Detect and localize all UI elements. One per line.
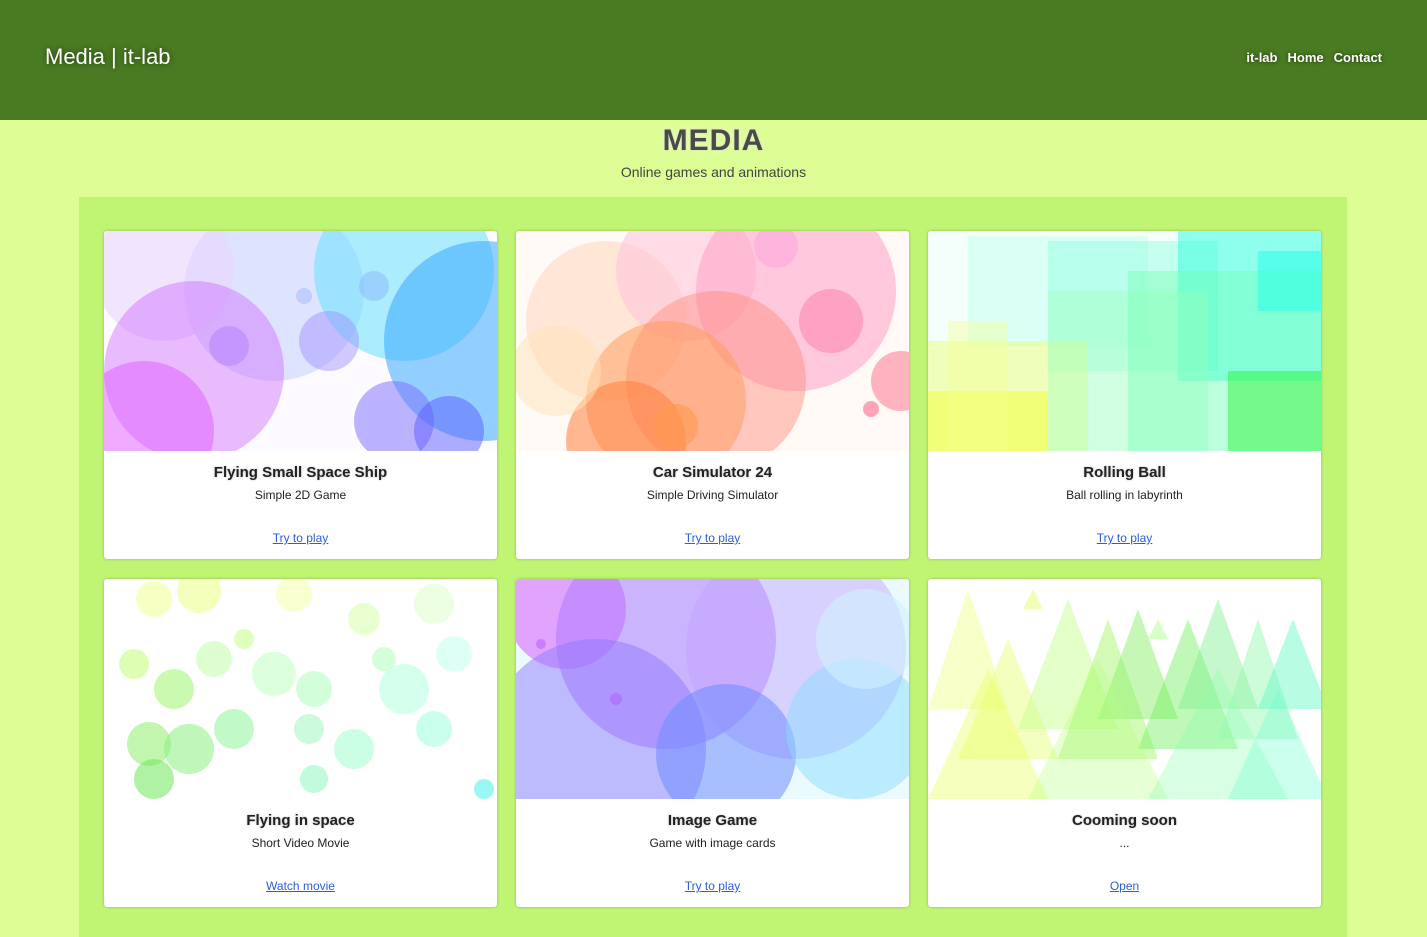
card-title: Flying Small Space Ship	[213, 464, 388, 481]
nav-item-it-lab[interactable]: it-lab	[1246, 50, 1277, 65]
nav-item-home[interactable]: Home	[1287, 50, 1323, 65]
card-thumbnail-image[interactable]	[104, 231, 497, 451]
card-description: Simple Driving Simulator	[646, 488, 779, 502]
try-to-play-link[interactable]: Try to play	[516, 531, 909, 545]
media-card: Flying in space Short Video Movie Watch …	[104, 579, 497, 907]
try-to-play-link[interactable]: Try to play	[928, 531, 1321, 545]
card-thumbnail-image[interactable]	[928, 579, 1321, 799]
top-nav: it-lab Home Contact	[1246, 50, 1382, 65]
card-thumbnail-image[interactable]	[516, 231, 909, 451]
media-card: Car Simulator 24 Simple Driving Simulato…	[516, 231, 909, 559]
page-heading: MEDIA Online games and animations	[0, 124, 1427, 180]
card-description: Ball rolling in labyrinth	[1066, 488, 1183, 502]
top-header: Media | it-lab it-lab Home Contact	[0, 0, 1427, 120]
card-thumbnail-image[interactable]	[516, 579, 909, 799]
card-thumbnail-image[interactable]	[928, 231, 1321, 451]
card-description: Game with image cards	[649, 836, 776, 850]
media-card: Flying Small Space Ship Simple 2D Game T…	[104, 231, 497, 559]
page-title: MEDIA	[662, 124, 765, 157]
site-brand[interactable]: Media | it-lab	[45, 44, 171, 70]
card-description: Simple 2D Game	[254, 488, 347, 502]
media-card: Cooming soon ... Open	[928, 579, 1321, 907]
open-link[interactable]: Open	[928, 879, 1321, 893]
card-title: Rolling Ball	[1083, 464, 1166, 481]
card-title: Flying in space	[246, 812, 355, 829]
card-title: Cooming soon	[1072, 812, 1177, 829]
try-to-play-link[interactable]: Try to play	[516, 879, 909, 893]
media-card: Rolling Ball Ball rolling in labyrinth T…	[928, 231, 1321, 559]
card-thumbnail-image[interactable]	[104, 579, 497, 799]
page-subtitle: Online games and animations	[620, 164, 807, 180]
card-description: Short Video Movie	[251, 836, 350, 850]
try-to-play-link[interactable]: Try to play	[104, 531, 497, 545]
media-panel: Flying Small Space Ship Simple 2D Game T…	[79, 197, 1347, 937]
card-description: ...	[1119, 836, 1130, 850]
card-title: Image Game	[667, 812, 758, 829]
nav-item-contact[interactable]: Contact	[1334, 50, 1382, 65]
media-grid: Flying Small Space Ship Simple 2D Game T…	[104, 231, 1321, 907]
card-title: Car Simulator 24	[652, 464, 773, 481]
media-card: Image Game Game with image cards Try to …	[516, 579, 909, 907]
watch-movie-link[interactable]: Watch movie	[104, 879, 497, 893]
